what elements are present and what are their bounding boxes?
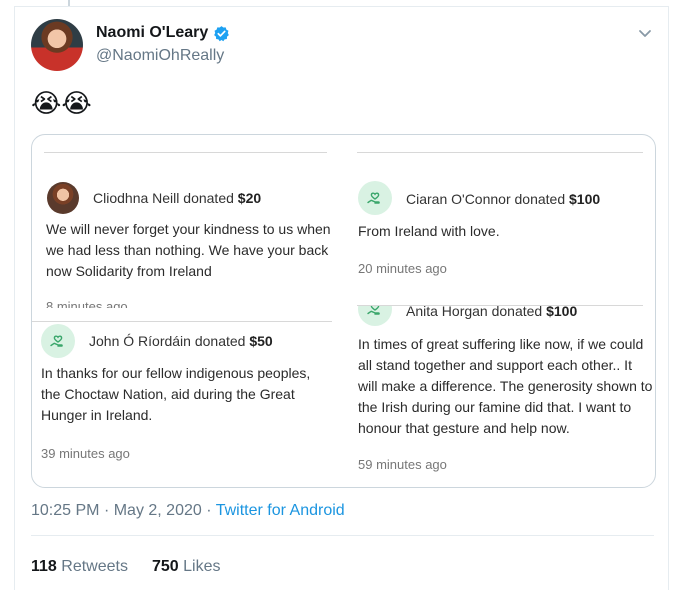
retweets-link[interactable]: 118 Retweets — [31, 558, 128, 575]
tweet-meta: 10:25 PM · May 2, 2020 · Twitter for And… — [31, 502, 345, 520]
donation-time: 20 minutes ago — [358, 261, 447, 276]
donation-header-clipped: Anita Horgan donated $100 — [358, 306, 648, 326]
donation-time: 59 minutes ago — [358, 457, 447, 472]
author-name[interactable]: Naomi O'Leary — [96, 24, 208, 42]
donation-message: From Ireland with love. — [358, 223, 500, 239]
donations-image[interactable]: Cliodhna Neill donated $20 We will never… — [31, 134, 656, 488]
meta-separator: · — [103, 502, 110, 519]
tweet-date[interactable]: May 2, 2020 — [114, 502, 202, 519]
hand-heart-icon — [41, 324, 75, 358]
hand-heart-icon — [358, 181, 392, 215]
hand-heart-icon — [358, 306, 392, 326]
donor-line: John Ó Ríordáin donated $50 — [89, 333, 273, 349]
chevron-down-icon[interactable] — [637, 25, 653, 41]
meta-separator: · — [206, 502, 212, 519]
donation-time: 39 minutes ago — [41, 446, 130, 461]
donation-message: We will never forget your kindness to us… — [46, 221, 331, 279]
donation-message: In times of great suffering like now, if… — [358, 336, 653, 436]
verified-badge-icon — [214, 26, 229, 42]
donor-avatar — [47, 182, 79, 214]
separator — [357, 152, 643, 153]
tweet-time[interactable]: 10:25 PM — [31, 502, 99, 519]
divider — [31, 535, 654, 536]
donation-time: 8 minutes ago — [46, 299, 128, 308]
thread-line — [68, 0, 70, 6]
donation-message: In thanks for our fellow indigenous peop… — [41, 365, 311, 423]
tweet-source-link[interactable]: Twitter for Android — [216, 502, 345, 519]
donor-line: Cliodhna Neill donated $20 — [93, 190, 262, 206]
separator — [32, 321, 332, 322]
likes-link[interactable]: 750 Likes — [152, 558, 221, 575]
author-avatar[interactable] — [31, 19, 83, 71]
tweet-stats: 118 Retweets 750 Likes — [31, 558, 220, 576]
donor-line: Ciaran O'Connor donated $100 — [406, 191, 601, 207]
separator — [44, 152, 327, 153]
donor-line: Anita Horgan donated $100 — [406, 306, 578, 319]
tweet-text: 😭😭 — [31, 88, 92, 118]
author-handle[interactable]: @NaomiOhReally — [96, 47, 224, 65]
